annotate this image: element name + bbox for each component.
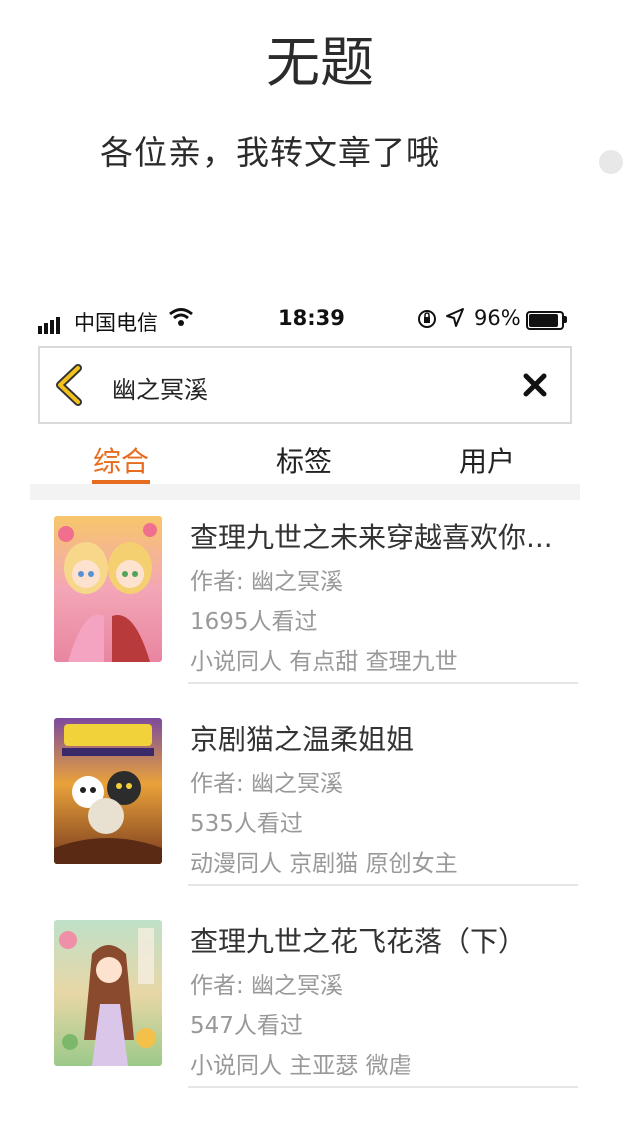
book-cover-image <box>54 718 162 864</box>
item-tags: 小说同人 有点甜 查理九世 <box>190 649 458 675</box>
carrier-label: 中国电信 <box>74 311 158 335</box>
rotation-lock-icon <box>416 308 438 335</box>
location-icon <box>445 307 465 334</box>
battery-icon <box>526 311 564 330</box>
battery-percent: 96% <box>474 306 521 330</box>
divider <box>188 884 578 886</box>
item-author: 作者: 幽之冥溪 <box>190 973 344 999</box>
battery-level <box>529 314 558 327</box>
search-input[interactable]: 幽之冥溪 <box>112 370 208 405</box>
divider <box>188 682 578 684</box>
item-title[interactable]: 查理九世之花飞花落（下） <box>190 920 570 960</box>
list-item[interactable]: 查理九世之花飞花落（下） 作者: 幽之冥溪 547人看过 小说同人 主亚瑟 微虐 <box>30 904 580 1106</box>
clear-search-button[interactable] <box>522 372 548 398</box>
search-bar: 幽之冥溪 <box>38 346 572 424</box>
item-author: 作者: 幽之冥溪 <box>190 771 344 797</box>
page: 无题 各位亲，我转文章了哦 中国电信 18:39 96% 幽之冥溪 综合 标签 … <box>0 0 640 1136</box>
item-title[interactable]: 京剧猫之温柔姐姐 <box>190 718 570 758</box>
divider <box>188 1086 578 1088</box>
tabs-divider <box>30 484 580 500</box>
embedded-screenshot: 中国电信 18:39 96% 幽之冥溪 综合 标签 用户 查理九世之未来穿越喜欢… <box>30 300 580 1136</box>
book-cover-image <box>54 516 162 662</box>
close-icon <box>523 373 547 397</box>
item-tags: 小说同人 主亚瑟 微虐 <box>190 1053 412 1079</box>
item-tags: 动漫同人 京剧猫 原创女主 <box>190 851 458 877</box>
item-author: 作者: 幽之冥溪 <box>190 569 344 595</box>
status-bar: 中国电信 18:39 96% <box>30 300 580 340</box>
tab-users[interactable]: 用户 <box>459 440 515 480</box>
book-cover-image <box>54 920 162 1066</box>
post-subtitle: 各位亲，我转文章了哦 <box>100 133 440 172</box>
post-title: 无题 <box>266 31 374 94</box>
list-item[interactable]: 京剧猫之温柔姐姐 作者: 幽之冥溪 535人看过 动漫同人 京剧猫 原创女主 <box>30 702 580 904</box>
item-views: 1695人看过 <box>190 609 318 635</box>
tab-all[interactable]: 综合 <box>93 440 149 480</box>
item-title[interactable]: 查理九世之未来穿越喜欢你... <box>190 516 570 556</box>
chevron-left-icon <box>56 364 82 406</box>
result-tabs: 综合 标签 用户 <box>30 428 580 484</box>
back-button[interactable] <box>52 364 88 406</box>
item-views: 535人看过 <box>190 811 303 837</box>
list-item[interactable]: 查理九世之未来穿越喜欢你... 作者: 幽之冥溪 1695人看过 小说同人 有点… <box>30 500 580 702</box>
wifi-icon <box>168 306 194 333</box>
signal-icon <box>38 310 62 334</box>
battery-cap <box>564 316 567 323</box>
scroll-indicator-dot[interactable] <box>599 150 623 174</box>
tab-tags[interactable]: 标签 <box>276 440 332 480</box>
clock: 18:39 <box>278 306 345 330</box>
item-views: 547人看过 <box>190 1013 303 1039</box>
